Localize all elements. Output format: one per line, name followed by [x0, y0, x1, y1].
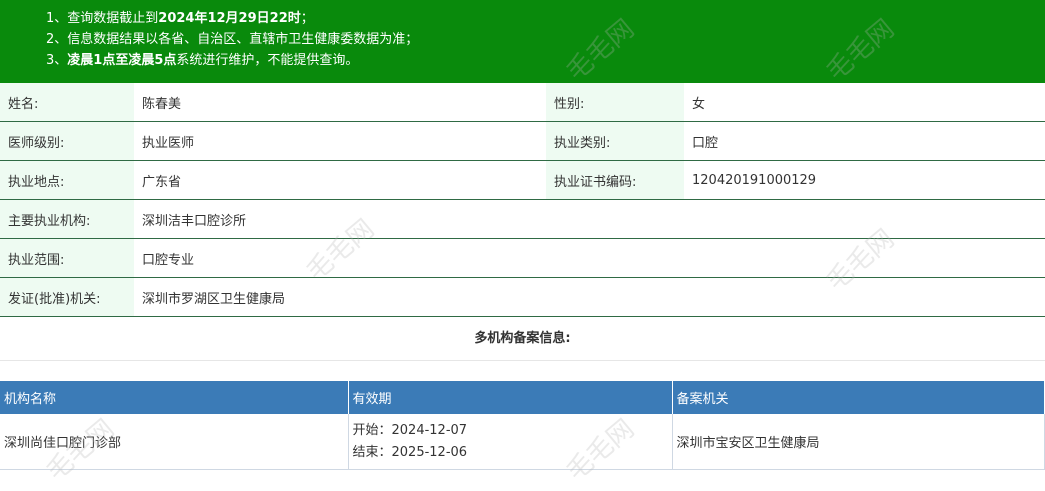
category-label: 执业类别:	[546, 121, 684, 161]
org-name-cell: 深圳尚佳口腔门诊部	[0, 414, 349, 470]
table-row: 主要执业机构: 深圳洁丰口腔诊所	[0, 199, 1045, 239]
level-value: 执业医师	[134, 121, 546, 161]
table-row: 深圳尚佳口腔门诊部 开始：2024-12-07 结束：2025-12-06 深圳…	[0, 414, 1045, 470]
validity-cell: 开始：2024-12-07 结束：2025-12-06	[348, 414, 673, 470]
authority-cell: 深圳市宝安区卫生健康局	[672, 414, 1045, 470]
location-label: 执业地点:	[0, 160, 134, 200]
name-value: 陈春美	[134, 83, 546, 122]
notice-line-2: 2、信息数据结果以各省、自治区、直辖市卫生健康委数据为准；	[46, 32, 419, 47]
cert-label: 执业证书编码:	[546, 160, 684, 200]
issuer-label: 发证(批准)机关:	[0, 277, 134, 317]
table-header-row: 机构名称 有效期 备案机关	[0, 381, 1045, 414]
gender-value: 女	[684, 83, 1045, 122]
scope-label: 执业范围:	[0, 238, 134, 278]
location-value: 广东省	[134, 160, 546, 200]
multi-org-table: 机构名称 有效期 备案机关 深圳尚佳口腔门诊部 开始：2024-12-07 结束…	[0, 381, 1045, 470]
header-validity: 有效期	[348, 381, 673, 414]
table-row: 执业范围: 口腔专业	[0, 238, 1045, 278]
institution-label: 主要执业机构:	[0, 199, 134, 239]
scope-value: 口腔专业	[134, 238, 1045, 278]
notice-banner: 1、查询数据截止到2024年12月29日22时； 2、信息数据结果以各省、自治区…	[0, 0, 1045, 83]
category-value: 口腔	[684, 121, 1045, 161]
validity-end: 结束：2025-12-06	[352, 444, 468, 460]
name-label: 姓名:	[0, 83, 134, 122]
notice-line-3: 3、凌晨1点至凌晨5点系统进行维护，不能提供查询。	[46, 53, 359, 68]
table-row: 执业地点: 广东省 执业证书编码: 120420191000129	[0, 160, 1045, 200]
table-row: 医师级别: 执业医师 执业类别: 口腔	[0, 121, 1045, 161]
gender-label: 性别:	[546, 83, 684, 122]
table-row: 姓名: 陈春美 性别: 女	[0, 83, 1045, 122]
notice-line-1: 1、查询数据截止到2024年12月29日22时；	[46, 11, 314, 26]
table-row: 发证(批准)机关: 深圳市罗湖区卫生健康局	[0, 277, 1045, 317]
multi-org-title: 多机构备案信息:	[0, 317, 1045, 361]
level-label: 医师级别:	[0, 121, 134, 161]
doctor-info-table: 姓名: 陈春美 性别: 女 医师级别: 执业医师 执业类别: 口腔 执业地点: …	[0, 83, 1045, 317]
validity-start: 开始：2024-12-07	[352, 422, 468, 438]
institution-value: 深圳洁丰口腔诊所	[134, 199, 1045, 239]
cert-value: 120420191000129	[684, 160, 1045, 200]
header-authority: 备案机关	[672, 381, 1045, 414]
header-org-name: 机构名称	[0, 381, 349, 414]
issuer-value: 深圳市罗湖区卫生健康局	[134, 277, 1045, 317]
